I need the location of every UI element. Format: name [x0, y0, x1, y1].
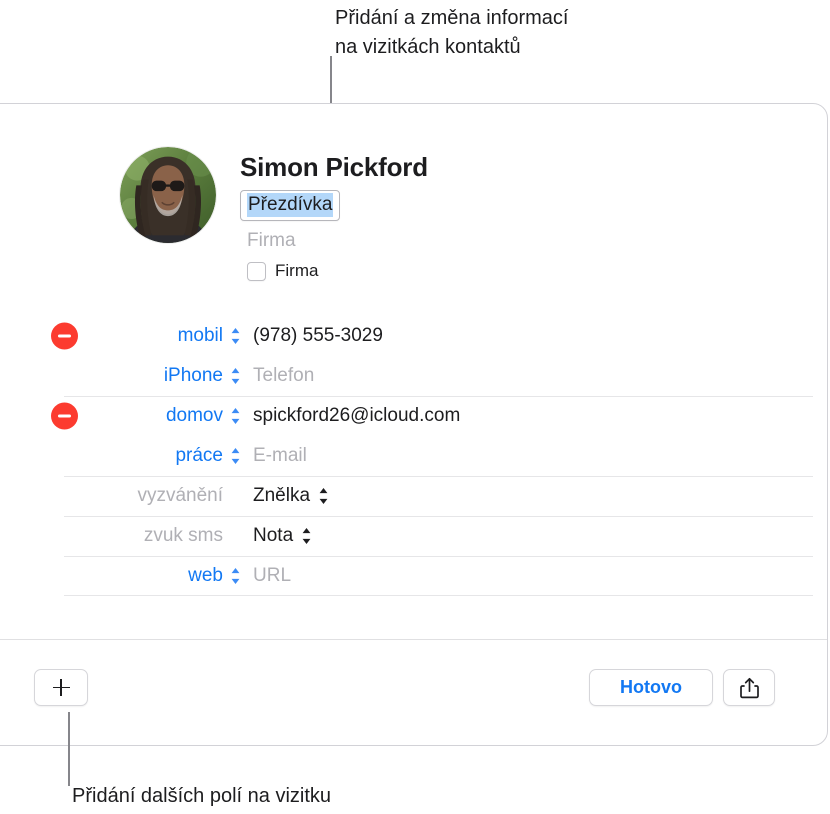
name-block: Simon Pickford Přezdívka Firma Firma [240, 152, 428, 281]
field-value-cell[interactable]: Telefon [253, 365, 314, 387]
field-row-domov: domov spickford26@icloud.com [0, 396, 827, 436]
company-checkbox[interactable] [247, 261, 266, 281]
field-value: Znělka [253, 485, 311, 506]
card-footer: Hotovo [0, 639, 827, 745]
field-label: vyzvánění [137, 485, 223, 506]
field-label-stepper[interactable] [230, 566, 241, 586]
share-icon [739, 677, 759, 698]
identity-section: Simon Pickford Přezdívka Firma Firma [0, 104, 827, 316]
company-name-field[interactable]: Firma [247, 229, 428, 253]
field-value: (978) 555-3029 [253, 325, 383, 346]
contact-card-panel: Simon Pickford Přezdívka Firma Firma mob… [0, 103, 828, 746]
field-label: zvuk sms [143, 525, 223, 546]
share-button[interactable] [723, 669, 775, 706]
field-label-cell[interactable]: práce [0, 445, 241, 467]
field-row-práce: práce E-mail [0, 436, 827, 476]
stepper-chevrons-icon [231, 328, 240, 344]
field-row-vyzvánění: vyzvánění Znělka [0, 476, 827, 516]
stepper-chevrons-icon [302, 528, 311, 544]
company-checkbox-label: Firma [275, 261, 319, 280]
company-checkbox-row[interactable]: Firma [247, 261, 428, 281]
field-label: mobil [177, 325, 223, 346]
fields-bottom-divider [64, 595, 813, 596]
callout-bottom-leader-line [68, 712, 70, 786]
field-value-stepper[interactable] [301, 526, 312, 546]
field-label-cell[interactable]: domov [0, 405, 241, 427]
field-label: práce [175, 445, 223, 466]
field-value-cell[interactable]: E-mail [253, 445, 307, 467]
plus-icon-vertical [60, 679, 62, 696]
field-row-mobil: mobil (978) 555-3029 [0, 316, 827, 356]
field-row-web: web URL [0, 556, 827, 596]
remove-field-button[interactable] [51, 402, 78, 430]
field-label-cell[interactable]: iPhone [0, 365, 241, 387]
minus-icon [58, 334, 71, 338]
field-row-iphone: iPhone Telefon [0, 356, 827, 396]
field-label-stepper[interactable] [230, 366, 241, 386]
done-button[interactable]: Hotovo [589, 669, 713, 706]
field-label-stepper[interactable] [230, 446, 241, 466]
stepper-chevrons-icon [231, 408, 240, 424]
field-row-zvuk-sms: zvuk sms Nota [0, 516, 827, 556]
field-value: spickford26@icloud.com [253, 405, 461, 426]
callout-top-text: Přidání a změna informací na vizitkách k… [335, 7, 569, 58]
field-label: domov [165, 405, 223, 426]
stepper-chevrons-icon [231, 368, 240, 384]
field-value-cell[interactable]: URL [253, 565, 291, 587]
field-label-cell: zvuk sms [0, 525, 241, 547]
field-value: E-mail [253, 445, 307, 466]
fields-list: mobil (978) 555-3029 iPhone Telefon domov spi… [0, 316, 827, 596]
callout-bottom-text: Přidání dalších polí na vizitku [72, 785, 332, 807]
nickname-field[interactable]: Přezdívka [240, 190, 341, 221]
field-value-cell[interactable]: (978) 555-3029 [253, 325, 383, 347]
field-label: web [188, 565, 223, 586]
field-value-stepper[interactable] [318, 486, 329, 506]
nickname-value: Přezdívka [247, 193, 334, 217]
field-value-cell[interactable]: Znělka [253, 485, 329, 507]
field-label-cell[interactable]: web [0, 565, 241, 587]
field-value: Nota [253, 525, 294, 546]
add-field-button[interactable] [34, 669, 88, 706]
field-value: URL [253, 565, 292, 586]
contact-name[interactable]: Simon Pickford [240, 152, 428, 182]
avatar[interactable] [119, 146, 217, 244]
stepper-chevrons-icon [319, 488, 328, 504]
field-label-cell[interactable]: mobil [0, 325, 241, 347]
field-value: Telefon [253, 365, 315, 386]
remove-field-button[interactable] [51, 322, 78, 350]
field-value-cell[interactable]: spickford26@icloud.com [253, 405, 460, 427]
field-label: iPhone [163, 365, 223, 386]
stepper-chevrons-icon [231, 568, 240, 584]
fields-section: mobil (978) 555-3029 iPhone Telefon domov spi… [0, 316, 827, 596]
field-value-cell[interactable]: Nota [253, 525, 312, 547]
field-label-cell: vyzvánění [0, 485, 241, 507]
field-label-stepper[interactable] [230, 326, 241, 346]
done-button-label: Hotovo [620, 677, 682, 697]
field-label-stepper[interactable] [230, 406, 241, 426]
minus-icon [58, 414, 71, 418]
stepper-chevrons-icon [231, 448, 240, 464]
